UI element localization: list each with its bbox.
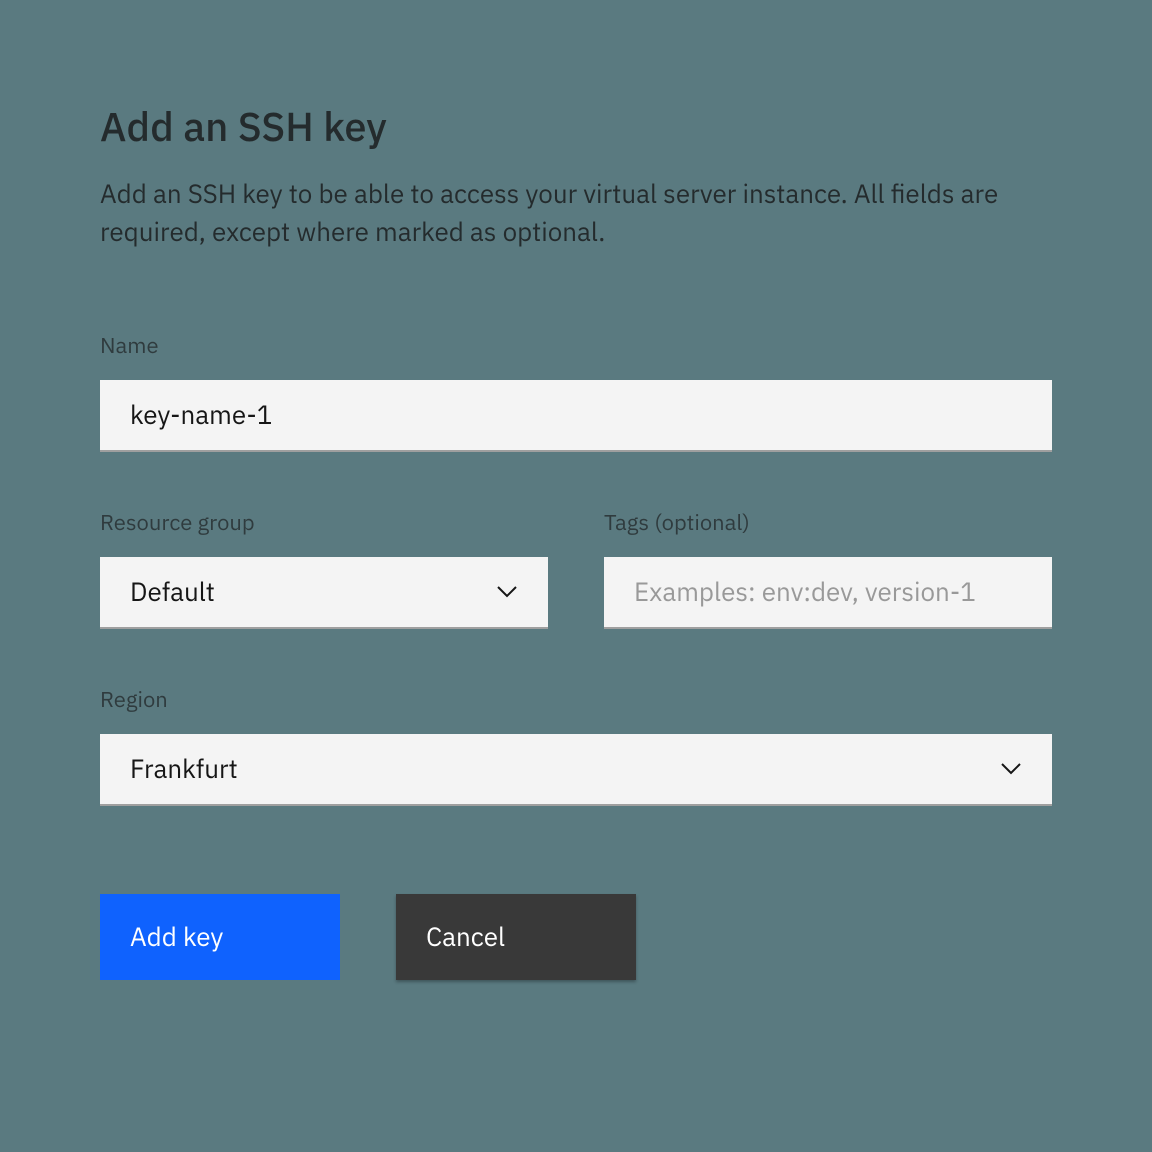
tags-input[interactable] bbox=[604, 557, 1052, 629]
add-ssh-key-form: Add an SSH key Add an SSH key to be able… bbox=[100, 100, 1052, 980]
resource-group-value: Default bbox=[130, 575, 496, 609]
form-description: Add an SSH key to be able to access your… bbox=[100, 176, 1052, 251]
add-key-button[interactable]: Add key bbox=[100, 894, 340, 980]
form-title: Add an SSH key bbox=[100, 100, 1052, 152]
tags-field-group: Tags (optional) bbox=[604, 508, 1052, 629]
region-value: Frankfurt bbox=[130, 752, 1000, 786]
name-field-group: Name bbox=[100, 331, 1052, 452]
resource-group-label: Resource group bbox=[100, 508, 548, 537]
region-label: Region bbox=[100, 685, 1052, 714]
resource-group-field-group: Resource group Default bbox=[100, 508, 548, 629]
region-select[interactable]: Frankfurt bbox=[100, 734, 1052, 806]
resource-group-select[interactable]: Default bbox=[100, 557, 548, 629]
chevron-down-icon bbox=[496, 581, 518, 603]
region-field-group: Region Frankfurt bbox=[100, 685, 1052, 806]
button-row: Add key Cancel bbox=[100, 894, 1052, 980]
cancel-button[interactable]: Cancel bbox=[396, 894, 636, 980]
tags-label: Tags (optional) bbox=[604, 508, 1052, 537]
name-input[interactable] bbox=[100, 380, 1052, 452]
name-label: Name bbox=[100, 331, 1052, 360]
chevron-down-icon bbox=[1000, 758, 1022, 780]
